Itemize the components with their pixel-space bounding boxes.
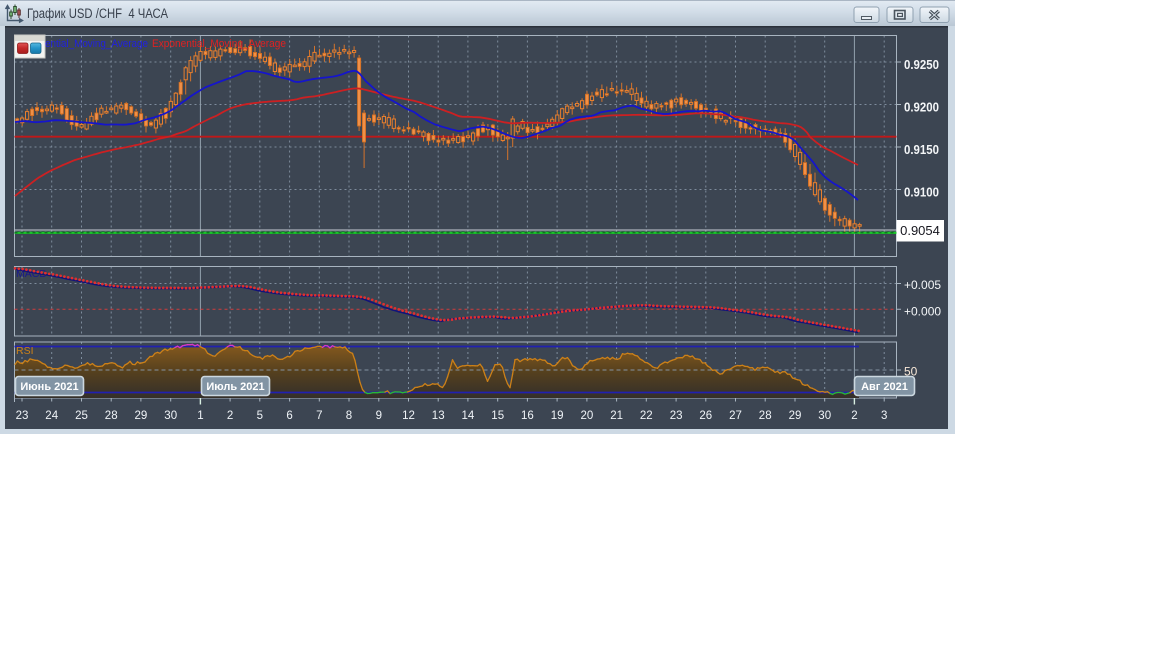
svg-text:25: 25 bbox=[75, 410, 88, 422]
svg-text:Июль 2021: Июль 2021 bbox=[206, 381, 264, 393]
svg-text:12: 12 bbox=[402, 410, 415, 422]
svg-text:15: 15 bbox=[491, 410, 504, 422]
svg-text:9: 9 bbox=[376, 410, 382, 422]
svg-text:2: 2 bbox=[227, 410, 233, 422]
svg-text:24: 24 bbox=[45, 410, 58, 422]
svg-text:22: 22 bbox=[640, 410, 653, 422]
svg-text:19: 19 bbox=[551, 410, 564, 422]
svg-text:30: 30 bbox=[818, 410, 831, 422]
svg-text:21: 21 bbox=[610, 410, 623, 422]
svg-text:28: 28 bbox=[759, 410, 772, 422]
svg-text:RSI: RSI bbox=[16, 345, 34, 357]
svg-text:23: 23 bbox=[16, 410, 29, 422]
svg-text:27: 27 bbox=[729, 410, 742, 422]
svg-text:+0.000: +0.000 bbox=[904, 304, 941, 318]
svg-text:7: 7 bbox=[316, 410, 322, 422]
svg-text:29: 29 bbox=[789, 410, 802, 422]
svg-text:ential_Moving_Average: ential_Moving_Average bbox=[45, 38, 148, 50]
svg-text:Июнь 2021: Июнь 2021 bbox=[20, 381, 78, 393]
svg-text:5: 5 bbox=[257, 410, 263, 422]
svg-text:График USD /CHF 4 ЧАСА: График USD /CHF 4 ЧАСА bbox=[27, 6, 168, 21]
svg-text:2: 2 bbox=[851, 410, 857, 422]
svg-text:23: 23 bbox=[670, 410, 683, 422]
svg-text:13: 13 bbox=[432, 410, 445, 422]
svg-text:28: 28 bbox=[105, 410, 118, 422]
svg-text:29: 29 bbox=[135, 410, 148, 422]
svg-text:+0.005: +0.005 bbox=[904, 278, 941, 292]
svg-text:20: 20 bbox=[581, 410, 594, 422]
svg-text:14: 14 bbox=[462, 410, 475, 422]
svg-text:6: 6 bbox=[286, 410, 292, 422]
svg-text:0.9150: 0.9150 bbox=[904, 143, 939, 157]
svg-text:50: 50 bbox=[904, 364, 918, 378]
svg-text:Exponential_Moving_Average: Exponential_Moving_Average bbox=[152, 38, 286, 50]
svg-text:16: 16 bbox=[521, 410, 534, 422]
svg-text:8: 8 bbox=[346, 410, 352, 422]
svg-text:1: 1 bbox=[197, 410, 203, 422]
svg-text:26: 26 bbox=[699, 410, 712, 422]
svg-text:0.9250: 0.9250 bbox=[904, 58, 939, 72]
svg-text:0.9100: 0.9100 bbox=[904, 186, 939, 200]
svg-text:3: 3 bbox=[881, 410, 887, 422]
svg-text:Авг 2021: Авг 2021 bbox=[861, 381, 908, 393]
svg-text:30: 30 bbox=[164, 410, 177, 422]
svg-text:0.9054: 0.9054 bbox=[900, 223, 940, 238]
svg-text:0.9200: 0.9200 bbox=[904, 101, 939, 115]
